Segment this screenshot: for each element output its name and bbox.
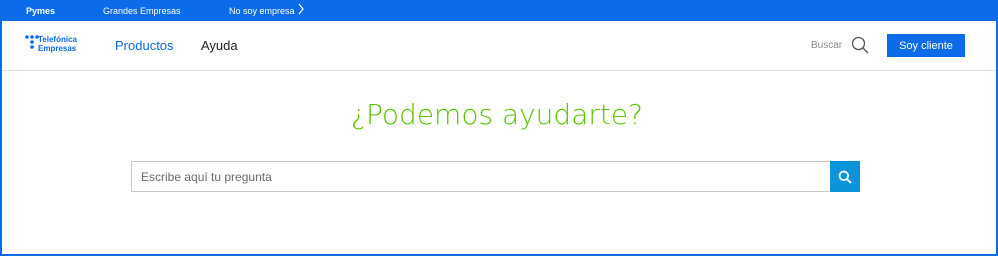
telefonica-t-logo-icon	[25, 35, 39, 49]
search-icon[interactable]	[851, 36, 869, 54]
help-search-input[interactable]	[132, 162, 801, 191]
buscar-label[interactable]: Buscar	[811, 40, 842, 51]
logo-text: Telefónica Empresas	[38, 35, 77, 53]
telefonica-logo[interactable]: Telefónica Empresas	[25, 33, 95, 57]
top-bar: Pymes Grandes Empresas No soy empresa	[0, 0, 998, 21]
soy-cliente-button[interactable]: Soy cliente	[887, 34, 965, 57]
topbar-link-pymes[interactable]: Pymes	[26, 6, 55, 16]
main-header: Telefónica Empresas Productos Ayuda Busc…	[2, 21, 996, 71]
search-icon	[838, 170, 852, 184]
nav-productos[interactable]: Productos	[115, 38, 174, 53]
nav-ayuda[interactable]: Ayuda	[201, 38, 238, 53]
help-search-button[interactable]	[830, 161, 860, 192]
help-search-field[interactable]	[131, 161, 831, 192]
topbar-link-no-soy-empresa[interactable]: No soy empresa	[229, 6, 295, 16]
chevron-right-icon	[297, 3, 305, 17]
page-title: ¿Podemos ayudarte?	[351, 98, 643, 131]
topbar-link-grandes-empresas[interactable]: Grandes Empresas	[103, 6, 181, 16]
